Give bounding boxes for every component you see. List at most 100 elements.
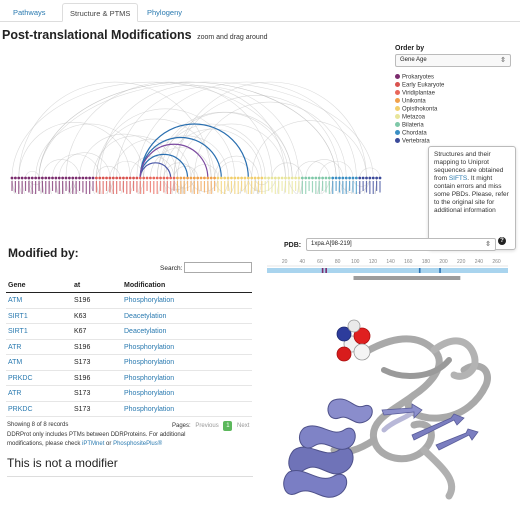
gene-node[interactable] bbox=[78, 176, 81, 180]
gene-node[interactable] bbox=[47, 176, 51, 180]
gene-node[interactable] bbox=[111, 176, 115, 180]
gene-node[interactable] bbox=[24, 176, 27, 180]
gene-node[interactable] bbox=[277, 176, 281, 180]
gene-node[interactable] bbox=[37, 176, 41, 180]
gene-node[interactable] bbox=[331, 176, 335, 180]
gene-node[interactable] bbox=[341, 176, 345, 180]
gene-node[interactable] bbox=[84, 176, 88, 180]
gene-node[interactable] bbox=[74, 176, 78, 180]
gene-node[interactable] bbox=[246, 176, 250, 180]
gene-node[interactable] bbox=[307, 176, 311, 180]
gene-node[interactable] bbox=[27, 176, 31, 180]
gene-node[interactable] bbox=[138, 176, 142, 180]
gene-node[interactable] bbox=[34, 176, 38, 180]
gene-node[interactable] bbox=[375, 176, 379, 180]
prev-button[interactable]: Previous bbox=[195, 423, 218, 429]
protein-structure-viewer[interactable] bbox=[264, 300, 514, 506]
gene-node[interactable] bbox=[216, 176, 220, 180]
gene-node[interactable] bbox=[95, 176, 98, 180]
gene-node[interactable] bbox=[125, 176, 129, 180]
gene-node[interactable] bbox=[122, 176, 125, 180]
gene-node[interactable] bbox=[348, 176, 352, 180]
gene-node[interactable] bbox=[260, 176, 264, 180]
ptm-site-marker[interactable] bbox=[418, 268, 421, 273]
sifts-link[interactable]: SIFTS bbox=[449, 175, 467, 182]
gene-node[interactable] bbox=[368, 176, 372, 180]
gene-node[interactable] bbox=[203, 176, 206, 180]
gene-node[interactable] bbox=[354, 176, 358, 180]
page-1-button[interactable]: 1 bbox=[223, 421, 233, 431]
phosphositeplus-link[interactable]: PhosphositePlus® bbox=[113, 441, 162, 447]
gene-node[interactable] bbox=[219, 176, 223, 180]
gene-node[interactable] bbox=[189, 176, 193, 180]
gene-node[interactable] bbox=[304, 176, 308, 180]
gene-link[interactable]: PRKDC bbox=[8, 406, 33, 413]
gene-node[interactable] bbox=[290, 176, 294, 180]
ptm-site-marker[interactable] bbox=[439, 268, 441, 273]
ptm-site-marker[interactable] bbox=[325, 268, 327, 273]
gene-node[interactable] bbox=[243, 176, 247, 180]
gene-node[interactable] bbox=[196, 176, 200, 180]
gene-node[interactable] bbox=[101, 176, 105, 180]
gene-node[interactable] bbox=[54, 176, 58, 180]
gene-link[interactable]: ATR bbox=[8, 390, 21, 397]
gene-node[interactable] bbox=[115, 176, 119, 180]
gene-node[interactable] bbox=[186, 176, 189, 180]
gene-node[interactable] bbox=[233, 176, 237, 180]
gene-link[interactable]: ATM bbox=[8, 297, 22, 304]
gene-node[interactable] bbox=[135, 176, 139, 180]
gene-node[interactable] bbox=[118, 176, 122, 180]
gene-node[interactable] bbox=[57, 176, 61, 180]
modification-link[interactable]: Phosphorylation bbox=[124, 359, 174, 366]
sequence-bar[interactable] bbox=[267, 268, 508, 273]
iptmnet-link[interactable]: iPTMnet bbox=[82, 441, 104, 447]
gene-link[interactable]: ATR bbox=[8, 344, 21, 351]
gene-node[interactable] bbox=[314, 176, 318, 180]
gene-node[interactable] bbox=[91, 176, 95, 180]
gene-node[interactable] bbox=[17, 176, 21, 180]
tab-structure-ptms[interactable]: Structure & PTMS bbox=[62, 3, 139, 22]
gene-node[interactable] bbox=[67, 176, 71, 180]
gene-node[interactable] bbox=[44, 176, 48, 180]
gene-node[interactable] bbox=[172, 176, 176, 180]
gene-node[interactable] bbox=[30, 176, 34, 180]
gene-node[interactable] bbox=[317, 176, 321, 180]
modification-link[interactable]: Deacetylation bbox=[124, 313, 166, 320]
gene-node[interactable] bbox=[338, 176, 341, 180]
search-input[interactable] bbox=[184, 262, 252, 273]
gene-node[interactable] bbox=[142, 176, 146, 180]
modification-link[interactable]: Phosphorylation bbox=[124, 344, 174, 351]
gene-node[interactable] bbox=[351, 176, 355, 180]
gene-link[interactable]: SIRT1 bbox=[8, 313, 28, 320]
gene-node[interactable] bbox=[311, 176, 314, 180]
gene-node[interactable] bbox=[213, 176, 216, 180]
gene-node[interactable] bbox=[176, 176, 179, 180]
gene-node[interactable] bbox=[273, 176, 277, 180]
gene-node[interactable] bbox=[257, 176, 260, 180]
ptm-arc-diagram[interactable] bbox=[0, 44, 390, 194]
gene-node[interactable] bbox=[20, 176, 24, 180]
order-by-select[interactable]: Gene Age ⇳ bbox=[395, 54, 511, 67]
modification-link[interactable]: Phosphorylation bbox=[124, 406, 174, 413]
gene-node[interactable] bbox=[169, 176, 173, 180]
gene-node[interactable] bbox=[294, 176, 297, 180]
gene-node[interactable] bbox=[98, 176, 102, 180]
gene-node[interactable] bbox=[223, 176, 227, 180]
question-icon[interactable]: ? bbox=[498, 237, 506, 245]
gene-node[interactable] bbox=[270, 176, 274, 180]
gene-node[interactable] bbox=[236, 176, 240, 180]
gene-node[interactable] bbox=[361, 176, 365, 180]
gene-node[interactable] bbox=[209, 176, 213, 180]
gene-node[interactable] bbox=[206, 176, 210, 180]
modification-link[interactable]: Deacetylation bbox=[124, 328, 166, 335]
gene-node[interactable] bbox=[287, 176, 291, 180]
next-button[interactable]: Next bbox=[237, 423, 249, 429]
gene-node[interactable] bbox=[64, 176, 68, 180]
gene-node[interactable] bbox=[13, 176, 17, 180]
gene-link[interactable]: SIRT1 bbox=[8, 328, 28, 335]
modification-link[interactable]: Phosphorylation bbox=[124, 297, 174, 304]
gene-node[interactable] bbox=[226, 176, 230, 180]
header-modification[interactable]: Modification bbox=[124, 282, 165, 289]
gene-node[interactable] bbox=[324, 176, 328, 180]
gene-node[interactable] bbox=[378, 176, 382, 180]
